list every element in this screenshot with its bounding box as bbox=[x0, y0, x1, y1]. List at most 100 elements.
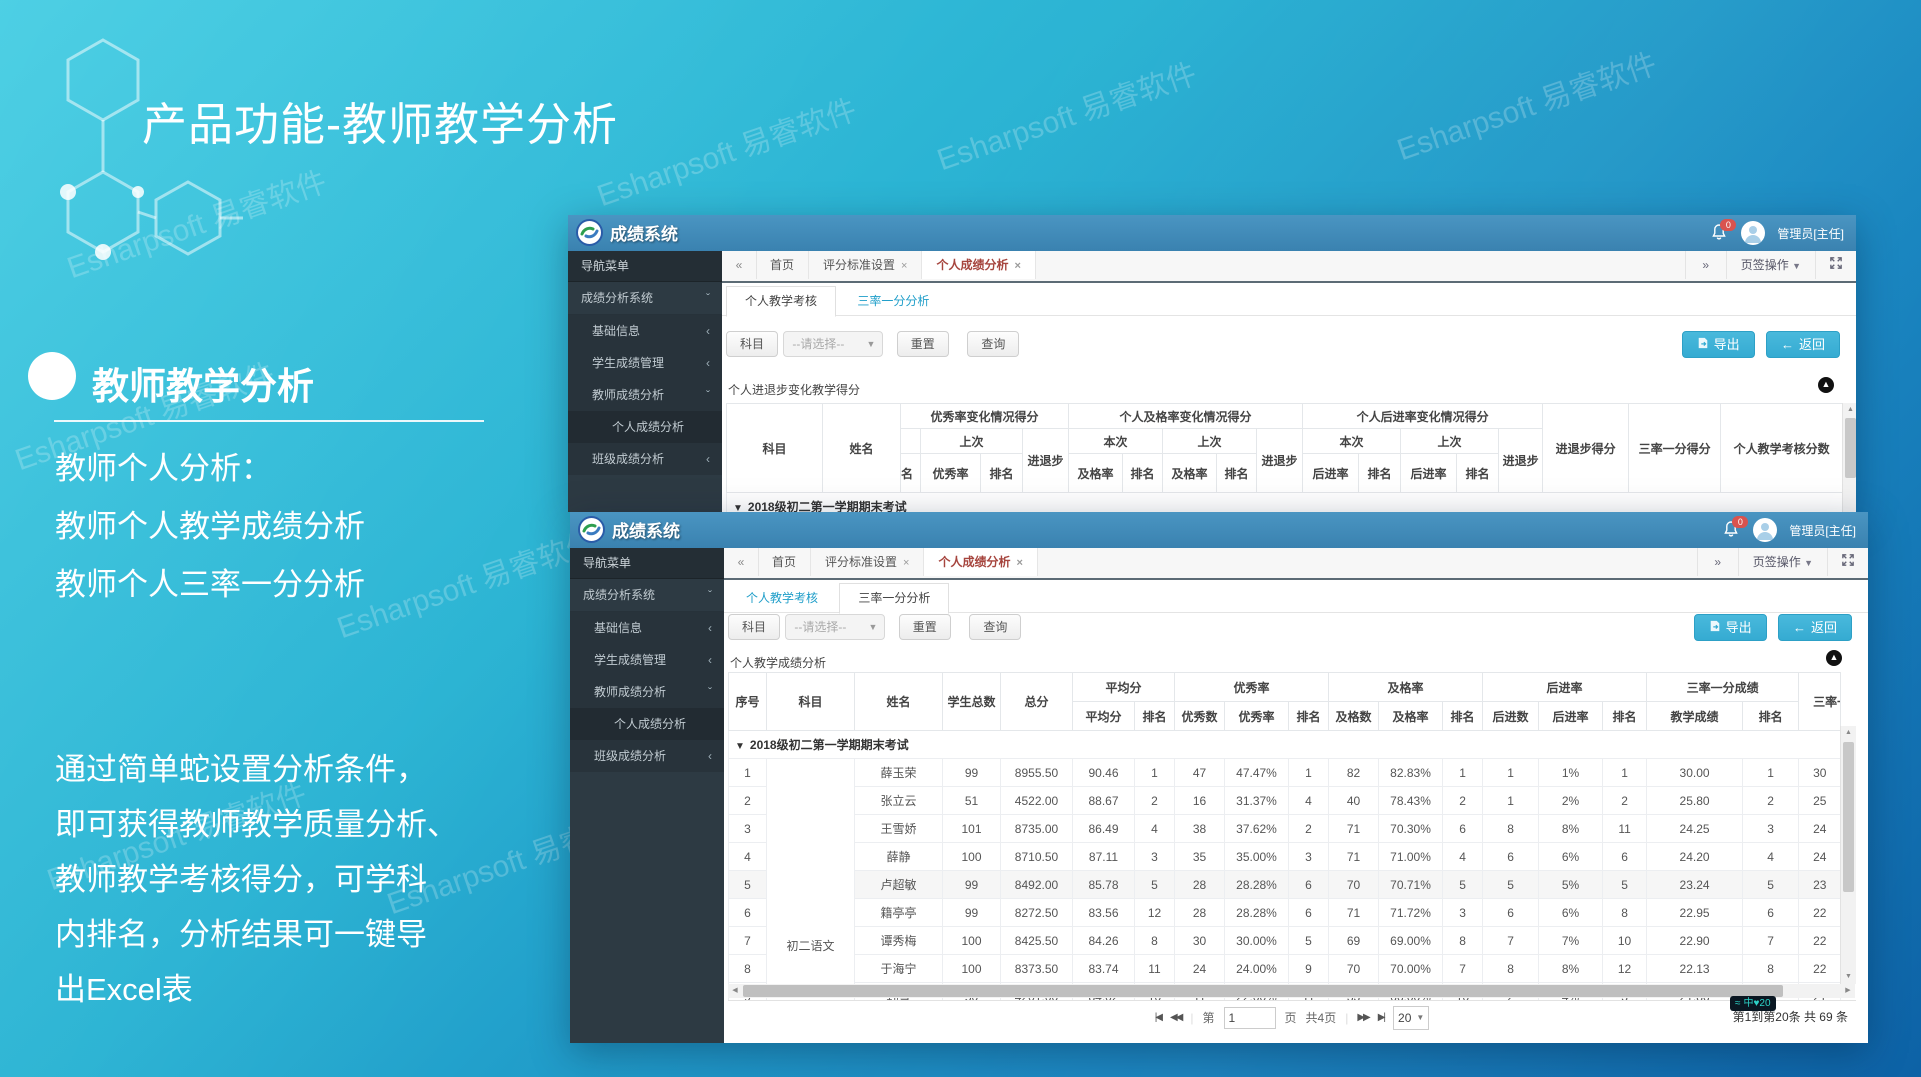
last-page-icon[interactable]: ▶| bbox=[1378, 1012, 1384, 1023]
sidebar-item-teacher-analysis[interactable]: 教师成绩分析ˇ bbox=[570, 676, 724, 708]
tab-operations-dropdown[interactable]: 页签操作 ▼ bbox=[1738, 548, 1827, 576]
page-number-input[interactable] bbox=[1224, 1007, 1276, 1029]
subject-select[interactable]: --请选择--▼ bbox=[785, 614, 885, 640]
table-row[interactable]: 8于海宁1008373.5083.74112424.00%97070.00%78… bbox=[729, 955, 1841, 983]
close-icon[interactable]: × bbox=[1016, 557, 1022, 569]
export-button[interactable]: 导出 bbox=[1694, 614, 1767, 641]
page-size-select[interactable]: 20▼ bbox=[1393, 1006, 1429, 1030]
first-page-icon[interactable]: |◀ bbox=[1155, 1012, 1161, 1023]
prev-page-icon[interactable]: ◀◀ bbox=[1170, 1012, 1181, 1023]
tab-scroll-left-icon[interactable]: « bbox=[722, 251, 757, 279]
chevron-left-icon: ‹ bbox=[706, 443, 710, 475]
table-row[interactable]: 5卢超敏998492.0085.7852828.28%67070.71%555%… bbox=[729, 871, 1841, 899]
cell: 4 bbox=[1289, 787, 1329, 815]
sidebar-item-class-analysis[interactable]: 班级成绩分析‹ bbox=[570, 740, 724, 772]
tab-home[interactable]: 首页 bbox=[756, 251, 809, 279]
avatar[interactable] bbox=[1753, 518, 1777, 542]
sidebar-item-teacher-analysis[interactable]: 教师成绩分析ˇ bbox=[568, 379, 722, 411]
cell: 12 bbox=[1135, 899, 1175, 927]
sidebar-item-student-scores[interactable]: 学生成绩管理‹ bbox=[568, 347, 722, 379]
sidebar-item-personal-analysis[interactable]: 个人成绩分析 bbox=[568, 411, 722, 443]
tab-scroll-right-icon[interactable]: » bbox=[1697, 548, 1738, 576]
subtab-three-rates[interactable]: 三率一分分析 bbox=[839, 287, 947, 316]
paragraph-line: 教师教学考核得分，可学科 bbox=[55, 852, 458, 907]
subject-select[interactable]: --请选择--▼ bbox=[783, 331, 883, 357]
table-row[interactable]: 1初二语文薛玉荣998955.5090.4614747.47%18282.83%… bbox=[729, 759, 1841, 787]
table-row[interactable]: 2张立云514522.0088.6721631.37%44078.43%212%… bbox=[729, 787, 1841, 815]
group-row[interactable]: ▼2018级初二第一学期期末考试 bbox=[729, 731, 1841, 759]
sidebar-item-personal-analysis[interactable]: 个人成绩分析 bbox=[570, 708, 724, 740]
user-name[interactable]: 管理员[主任] bbox=[1789, 522, 1856, 539]
subtab-three-rates[interactable]: 三率一分分析 bbox=[839, 583, 949, 614]
close-icon[interactable]: × bbox=[903, 557, 909, 569]
avatar[interactable] bbox=[1741, 221, 1765, 245]
scrollbar-thumb[interactable] bbox=[1845, 418, 1856, 478]
subtab-personal-assessment[interactable]: 个人教学考核 bbox=[726, 286, 836, 317]
scroll-right-icon[interactable]: ▶ bbox=[1841, 984, 1855, 998]
back-button[interactable]: ←返回 bbox=[1778, 614, 1852, 641]
tab-scroll-left-icon[interactable]: « bbox=[724, 548, 759, 576]
cell: 3 bbox=[1289, 843, 1329, 871]
subtab-personal-assessment[interactable]: 个人教学考核 bbox=[728, 584, 836, 613]
tab-scoring-standard[interactable]: 评分标准设置× bbox=[809, 251, 922, 279]
sidebar-item-analysis-system[interactable]: 成绩分析系统ˇ bbox=[568, 282, 722, 315]
bullet-dot bbox=[28, 352, 76, 400]
paragraph-line: 出Excel表 bbox=[55, 962, 458, 1017]
close-icon[interactable]: × bbox=[901, 260, 907, 272]
cell: 8 bbox=[1603, 899, 1647, 927]
brand-name: 成绩系统 bbox=[612, 517, 680, 542]
tab-personal-score-analysis[interactable]: 个人成绩分析× bbox=[922, 251, 1035, 279]
tab-home[interactable]: 首页 bbox=[758, 548, 811, 576]
vertical-scrollbar[interactable]: ▲ ▼ bbox=[1840, 726, 1856, 984]
sidebar-item-student-scores[interactable]: 学生成绩管理‹ bbox=[570, 644, 724, 676]
scrollbar-thumb[interactable] bbox=[1843, 742, 1854, 892]
caret-down-icon: ▼ bbox=[868, 615, 877, 639]
notification-bell-icon[interactable]: 0 bbox=[1711, 223, 1729, 243]
tab-scroll-right-icon[interactable]: » bbox=[1685, 251, 1726, 279]
scroll-up-icon[interactable]: ▲ bbox=[1843, 403, 1856, 417]
query-button[interactable]: 查询 bbox=[969, 614, 1021, 640]
sidebar-item-basic-info[interactable]: 基础信息‹ bbox=[570, 612, 724, 644]
col-pass-rate: 及格率 bbox=[1069, 454, 1123, 493]
maximize-icon[interactable] bbox=[1827, 548, 1868, 576]
cell: 11 bbox=[1135, 955, 1175, 983]
query-button[interactable]: 查询 bbox=[967, 331, 1019, 357]
scrollbar-thumb[interactable] bbox=[743, 985, 1783, 997]
sidebar-item-basic-info[interactable]: 基础信息‹ bbox=[568, 315, 722, 347]
export-button[interactable]: 导出 bbox=[1682, 331, 1755, 358]
user-name[interactable]: 管理员[主任] bbox=[1777, 225, 1844, 242]
next-page-icon[interactable]: ▶▶ bbox=[1357, 1012, 1368, 1023]
app-header: 成绩系统 0 管理员[主任] bbox=[570, 512, 1868, 548]
cell: 1 bbox=[1743, 759, 1799, 787]
vertical-scrollbar[interactable]: ▲ bbox=[1842, 403, 1856, 512]
notification-bell-icon[interactable]: 0 bbox=[1723, 520, 1741, 540]
close-icon[interactable]: × bbox=[1014, 260, 1020, 272]
tab-operations-dropdown[interactable]: 页签操作 ▼ bbox=[1726, 251, 1815, 279]
header-right: 0 管理员[主任] bbox=[1723, 512, 1856, 548]
scroll-down-icon[interactable]: ▼ bbox=[1841, 970, 1856, 984]
table-row[interactable]: 7谭秀梅1008425.5084.2683030.00%56969.00%877… bbox=[729, 927, 1841, 955]
tab-personal-score-analysis[interactable]: 个人成绩分析× bbox=[924, 548, 1037, 576]
cell: 2 bbox=[1135, 787, 1175, 815]
table-row[interactable]: 4薛静1008710.5087.1133535.00%37171.00%466%… bbox=[729, 843, 1841, 871]
table-row[interactable]: 3王雪娇1018735.0086.4943837.62%27170.30%688… bbox=[729, 815, 1841, 843]
scroll-left-icon[interactable]: ◀ bbox=[728, 984, 742, 998]
chevron-down-icon: ˇ bbox=[708, 579, 712, 611]
sidebar-item-analysis-system[interactable]: 成绩分析系统ˇ bbox=[570, 579, 724, 612]
horizontal-scrollbar[interactable]: ◀ ▶ bbox=[728, 984, 1855, 998]
sidebar-item-class-analysis[interactable]: 班级成绩分析‹ bbox=[568, 443, 722, 475]
panel-collapse-icon[interactable]: ▲ bbox=[1818, 377, 1834, 393]
cell: 薛玉荣 bbox=[855, 759, 943, 787]
maximize-icon[interactable] bbox=[1815, 251, 1856, 279]
cell: 1 bbox=[1443, 759, 1483, 787]
reset-button[interactable]: 重置 bbox=[899, 614, 951, 640]
table-row[interactable]: 6籍亭亭998272.5083.56122828.28%67171.72%366… bbox=[729, 899, 1841, 927]
group-row[interactable]: ▼2018级初二第一学期期末考试 bbox=[727, 493, 1843, 513]
reset-button[interactable]: 重置 bbox=[897, 331, 949, 357]
tab-bar: « 首页 评分标准设置× 个人成绩分析× » 页签操作 ▼ bbox=[724, 548, 1868, 580]
scroll-up-icon[interactable]: ▲ bbox=[1841, 726, 1856, 740]
panel-collapse-icon[interactable]: ▲ bbox=[1826, 650, 1842, 666]
tab-scoring-standard[interactable]: 评分标准设置× bbox=[811, 548, 924, 576]
back-button[interactable]: ←返回 bbox=[1766, 331, 1840, 358]
cell: 24 bbox=[1175, 955, 1225, 983]
